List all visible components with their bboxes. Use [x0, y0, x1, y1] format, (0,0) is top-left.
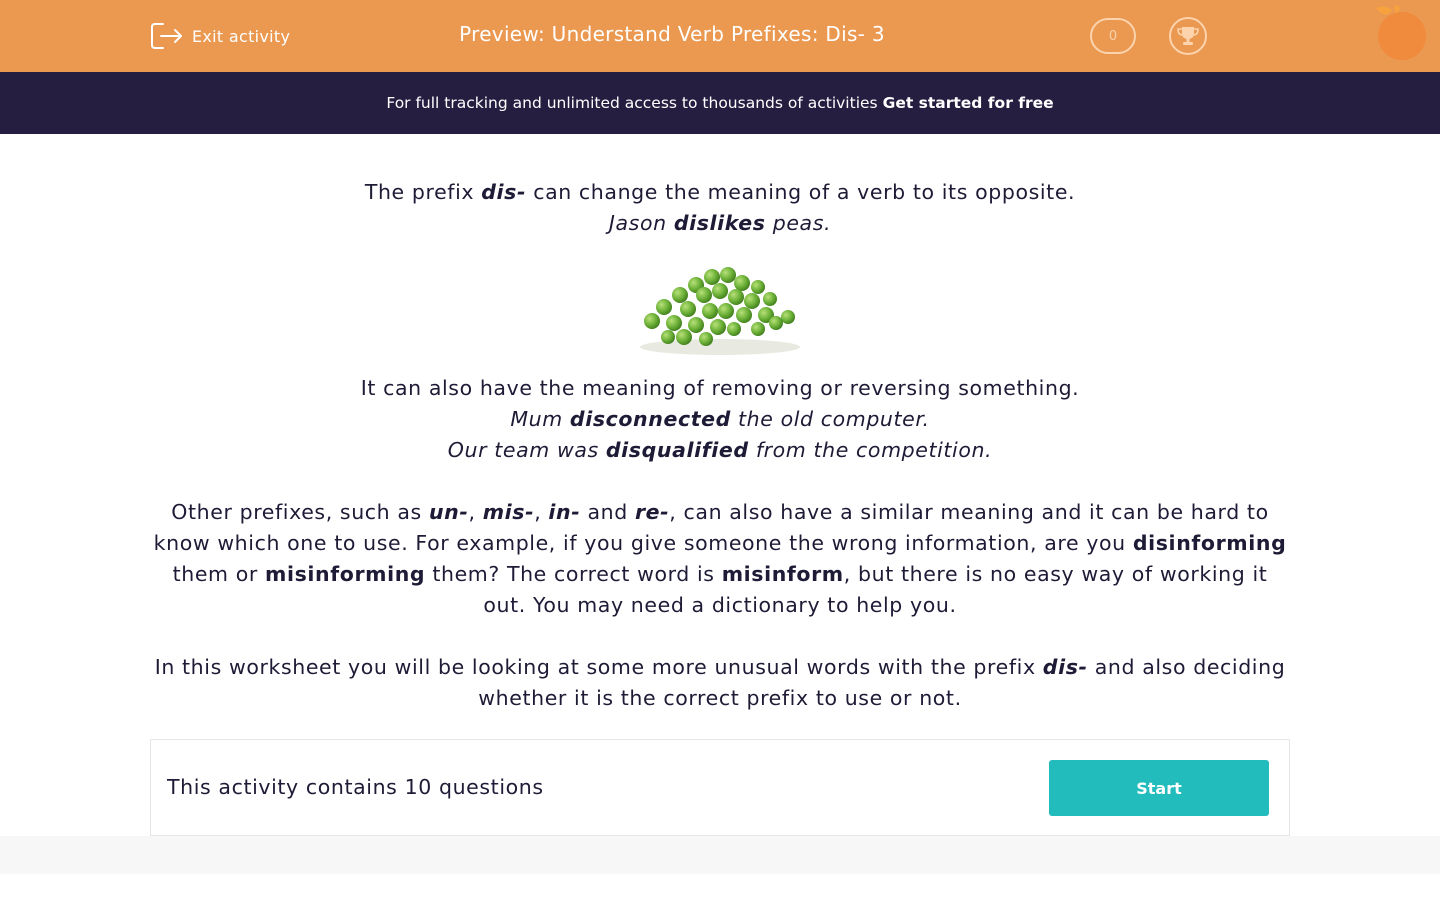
example-word: disqualified — [605, 438, 749, 462]
intro-content: The prefix dis- can change the meaning o… — [150, 177, 1290, 714]
trophy-icon — [1177, 27, 1199, 45]
text-span: them? The correct word is — [425, 562, 722, 586]
promo-banner: For full tracking and unlimited access t… — [0, 72, 1440, 134]
text-span: Other prefixes, such as — [171, 500, 429, 524]
example-word: dislikes — [673, 211, 766, 235]
text-span: The prefix — [364, 180, 482, 204]
promo-text: For full tracking and unlimited access t… — [386, 94, 878, 112]
peas-image — [640, 267, 800, 355]
text-span: , — [534, 500, 549, 524]
text-span: and — [580, 500, 635, 524]
text-span: from the competition. — [748, 438, 993, 462]
score-badge: 0 — [1090, 18, 1136, 54]
prefix-re: re- — [634, 500, 670, 524]
text-span: Our team was — [447, 438, 606, 462]
start-button[interactable]: Start — [1049, 760, 1269, 816]
intro-paragraph-2: It can also have the meaning of removing… — [360, 376, 1080, 400]
prefix-un: un- — [428, 500, 469, 524]
prefix-dis: dis- — [481, 180, 527, 204]
prefix-mis: mis- — [482, 500, 535, 524]
top-bar: Exit activity Preview: Understand Verb P… — [0, 0, 1440, 72]
example-sentence-1: Jason dislikes peas. — [150, 208, 1290, 239]
logo-icon — [1376, 5, 1426, 60]
prefix-in: in- — [548, 500, 581, 524]
bottom-strip — [0, 836, 1440, 874]
get-started-link[interactable]: Get started for free — [883, 94, 1054, 112]
text-span: Mum — [510, 407, 570, 431]
intro-paragraph-3: Other prefixes, such as un-, mis-, in- a… — [150, 497, 1290, 621]
text-span: them or — [172, 562, 266, 586]
text-span: , — [468, 500, 483, 524]
trophy-button[interactable] — [1169, 17, 1207, 55]
intro-paragraph-4: In this worksheet you will be looking at… — [150, 652, 1290, 714]
activity-start-card: This activity contains 10 questions Star… — [150, 739, 1290, 836]
keyword-misinforming: misinforming — [265, 562, 426, 586]
prefix-dis: dis- — [1042, 655, 1088, 679]
page-title: Preview: Understand Verb Prefixes: Dis- … — [459, 22, 885, 46]
example-sentence-2: Mum disconnected the old computer. — [150, 404, 1290, 435]
question-count-text: This activity contains 10 questions — [167, 775, 544, 799]
keyword-disinforming: disinforming — [1132, 531, 1287, 555]
text-span: the old computer. — [730, 407, 930, 431]
text-span: peas. — [765, 211, 832, 235]
example-sentence-3: Our team was disqualified from the compe… — [150, 435, 1290, 466]
text-span: In this worksheet you will be looking at… — [154, 655, 1043, 679]
example-word: disconnected — [569, 407, 731, 431]
text-span: Jason — [608, 211, 674, 235]
text-span: can change the meaning of a verb to its … — [526, 180, 1076, 204]
intro-paragraph-1: The prefix dis- can change the meaning o… — [150, 177, 1290, 208]
keyword-misinform: misinform — [721, 562, 844, 586]
